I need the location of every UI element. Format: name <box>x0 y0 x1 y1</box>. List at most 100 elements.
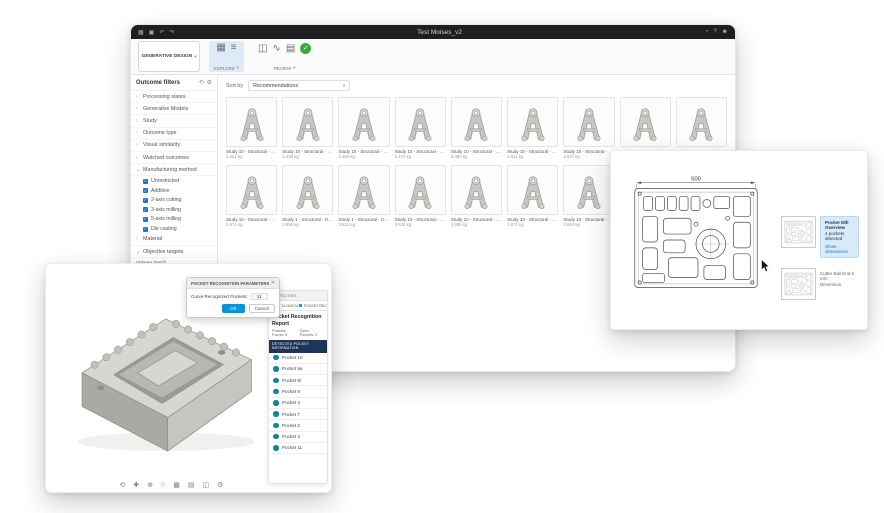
zoom-icon[interactable]: ⊕ <box>147 481 153 489</box>
drawing-preview-thumbnail[interactable] <box>781 268 816 300</box>
panel-settings-icon[interactable]: ⚙ <box>207 79 212 86</box>
outcome-thumbnail <box>563 97 614 147</box>
filter-option-label: Additive <box>151 188 169 194</box>
outcome-list-icon[interactable]: ≡ <box>231 43 237 53</box>
filter-section-label: Objective targets <box>143 249 183 255</box>
pocket-list-item[interactable]: Pocket 9a <box>269 364 327 375</box>
pocket-list-item[interactable]: Pocket 4 <box>269 398 327 409</box>
outcome-card[interactable]: Study 10 - Structural - Outcome 203.655 … <box>451 165 502 227</box>
pocket-list-item[interactable]: Pocket 8i <box>269 375 327 386</box>
pocket-list-item[interactable]: Pocket 3 <box>269 432 327 443</box>
pocket-label: Pocket 10 <box>282 355 302 360</box>
toolbar-group-review-label[interactable]: REVIEW ▾ <box>274 65 296 71</box>
generative-part-icon <box>623 102 667 143</box>
outcome-card[interactable]: Study 10 - Structural - Outcome 313.511 … <box>507 97 558 159</box>
chevron-down-icon: ▾ <box>237 65 239 71</box>
info-callout[interactable]: Pocket Mill Overview 4 pockets detected … <box>820 216 859 258</box>
pocket-list-item[interactable]: Pocket 11 <box>269 443 327 454</box>
filter-section-watched-outcomes[interactable]: ›Watched outcomes <box>131 152 217 164</box>
help-icon[interactable]: ? <box>713 29 716 35</box>
cancel-button[interactable]: Cancel <box>249 304 275 313</box>
checkbox-checked-icon[interactable] <box>143 227 148 232</box>
filter-option-unrestricted[interactable]: Unrestricted <box>131 176 217 186</box>
orbit-icon[interactable]: ⟲ <box>119 481 125 489</box>
checkbox-checked-icon[interactable] <box>143 198 148 203</box>
pan-icon[interactable]: ✚ <box>133 481 139 489</box>
save-icon[interactable]: ▣ <box>149 29 155 36</box>
pocket-list-item[interactable]: Pocket 7 <box>269 409 327 420</box>
outcome-mass: 3.472 kg <box>395 154 446 159</box>
outcome-card[interactable]: Study 1 - Structural - Outcome 63.590 kg <box>282 165 333 227</box>
outcome-card[interactable]: Study 10 - Structural - Outcome 393.454 … <box>338 97 389 159</box>
tradeoff-plot-icon[interactable]: ∿ <box>272 44 280 54</box>
outcome-card[interactable]: Study 10 - Structural - Outcome 343.490 … <box>451 97 502 159</box>
outcome-thumbnail <box>507 165 558 215</box>
pocket-list-item[interactable]: Pocket 10 <box>269 353 327 364</box>
pocket-list-item[interactable]: Pocket 2 <box>269 420 327 431</box>
pocket-label: Pocket 8i <box>282 378 301 383</box>
filter-section-objective-targets[interactable]: ⌄Objective targets <box>131 246 217 258</box>
workspace-label: GENERATIVE DESIGN <box>142 54 193 59</box>
outcome-mass: 3.490 kg <box>451 154 502 159</box>
viewports-icon[interactable]: ◫ <box>202 481 209 489</box>
redo-icon[interactable]: ↷ <box>169 29 174 36</box>
fit-icon[interactable]: ⌂ <box>161 481 165 489</box>
outcome-gallery-icon[interactable]: ▦ <box>216 43 225 53</box>
close-icon[interactable]: ✕ <box>271 280 275 286</box>
drawing-canvas[interactable]: 500 <box>617 158 775 322</box>
filter-section-generative-models[interactable]: ›Generative Models <box>131 103 217 115</box>
checkbox-checked-icon[interactable] <box>143 207 148 212</box>
notifications-icon[interactable]: ◔ <box>705 29 709 35</box>
outcome-card[interactable]: Study 10 - Structural - Outcome 293.527 … <box>563 97 614 159</box>
outcome-card[interactable]: Study 10 - Structural - Outcome 443.421 … <box>226 97 277 159</box>
outcome-card[interactable]: Study 10 - Structural - Outcome 413.438 … <box>282 97 333 159</box>
display-settings-icon[interactable]: ▦ <box>173 481 180 489</box>
outcome-mass: 3.590 kg <box>282 222 333 227</box>
sort-dropdown[interactable]: Recommendations ▾ <box>248 80 350 91</box>
data-panel-icon[interactable]: ▦ <box>138 29 144 36</box>
outcome-card[interactable]: Study 10 - Structural - Outcome 363.472 … <box>395 97 446 159</box>
outcome-card[interactable]: Study 10 - Structural - Outcome 183.671 … <box>507 165 558 227</box>
ok-button[interactable]: OK <box>222 304 245 313</box>
outcome-card[interactable]: Study 10 - Structural - Outcome 263.574 … <box>226 165 277 227</box>
outcome-card[interactable]: Study 1 - Structural - Outcome 43.612 kg <box>338 165 389 227</box>
profile-icon[interactable]: ☻ <box>722 29 728 35</box>
drawing-preview-thumbnail[interactable] <box>781 216 816 248</box>
table-header: DETECTED POCKET INFORMATION <box>269 340 327 352</box>
filter-section-material[interactable]: ›Material <box>131 234 217 246</box>
outcome-card[interactable]: Study 10 - Structural - Outcome 223.633 … <box>395 165 446 227</box>
annotation-row-2: Cutter Ball End 6 mm Dimension <box>781 268 859 300</box>
filter-section-visual-similarity[interactable]: ›Visual similarity <box>131 140 217 152</box>
pocket-count-field[interactable]: 11 <box>251 293 268 300</box>
properties-icon[interactable]: ▤ <box>286 44 295 54</box>
filter-option-5-axis-milling[interactable]: 5-axis milling <box>131 215 217 225</box>
filter-section-label: Study <box>143 118 157 124</box>
undo-icon[interactable]: ↶ <box>159 29 164 36</box>
filter-option-3-axis-milling[interactable]: 3-axis milling <box>131 205 217 215</box>
filter-section-outcome-type[interactable]: ›Outcome type <box>131 128 217 140</box>
checkbox-checked-icon[interactable] <box>143 179 148 184</box>
outcome-card[interactable]: Study 10 - Structural - Outcome 153.694 … <box>563 165 614 227</box>
filter-option-2-axis-cutting[interactable]: 2-axis cutting <box>131 196 217 206</box>
workspace-selector[interactable]: GENERATIVE DESIGN ▾ <box>138 41 200 72</box>
dialog-titlebar[interactable]: POCKET RECOGNITION PARAMETERS ✕ <box>187 278 279 289</box>
filter-option-additive[interactable]: Additive <box>131 186 217 196</box>
compare-icon[interactable]: ◫ <box>258 44 267 54</box>
toolbar-group-explore-label[interactable]: EXPLORE ▾ <box>214 65 239 71</box>
generative-part-icon <box>398 170 442 211</box>
filter-option-die-casting[interactable]: Die casting <box>131 224 217 234</box>
technical-drawing[interactable]: 500 <box>617 158 775 322</box>
filter-section-processing-states[interactable]: ›Processing states <box>131 91 217 103</box>
filter-section-study[interactable]: ›Study <box>131 115 217 127</box>
finish-check-icon[interactable]: ✓ <box>300 43 311 54</box>
filter-section-manufacturing-method[interactable]: ⌄Manufacturing method <box>131 164 217 176</box>
outcome-thumbnail <box>338 165 389 215</box>
grid-icon[interactable]: ▤ <box>188 481 195 489</box>
checkbox-checked-icon[interactable] <box>143 217 148 222</box>
view-settings-icon[interactable]: ⚙ <box>217 481 223 489</box>
callout-link[interactable]: Show dimensions <box>825 244 854 254</box>
tab-pocket-rec[interactable]: POCKET REC <box>298 301 328 310</box>
pocket-list-item[interactable]: Pocket 9 <box>269 386 327 397</box>
reset-filters-icon[interactable]: ⟲ <box>199 79 204 86</box>
checkbox-checked-icon[interactable] <box>143 188 148 193</box>
